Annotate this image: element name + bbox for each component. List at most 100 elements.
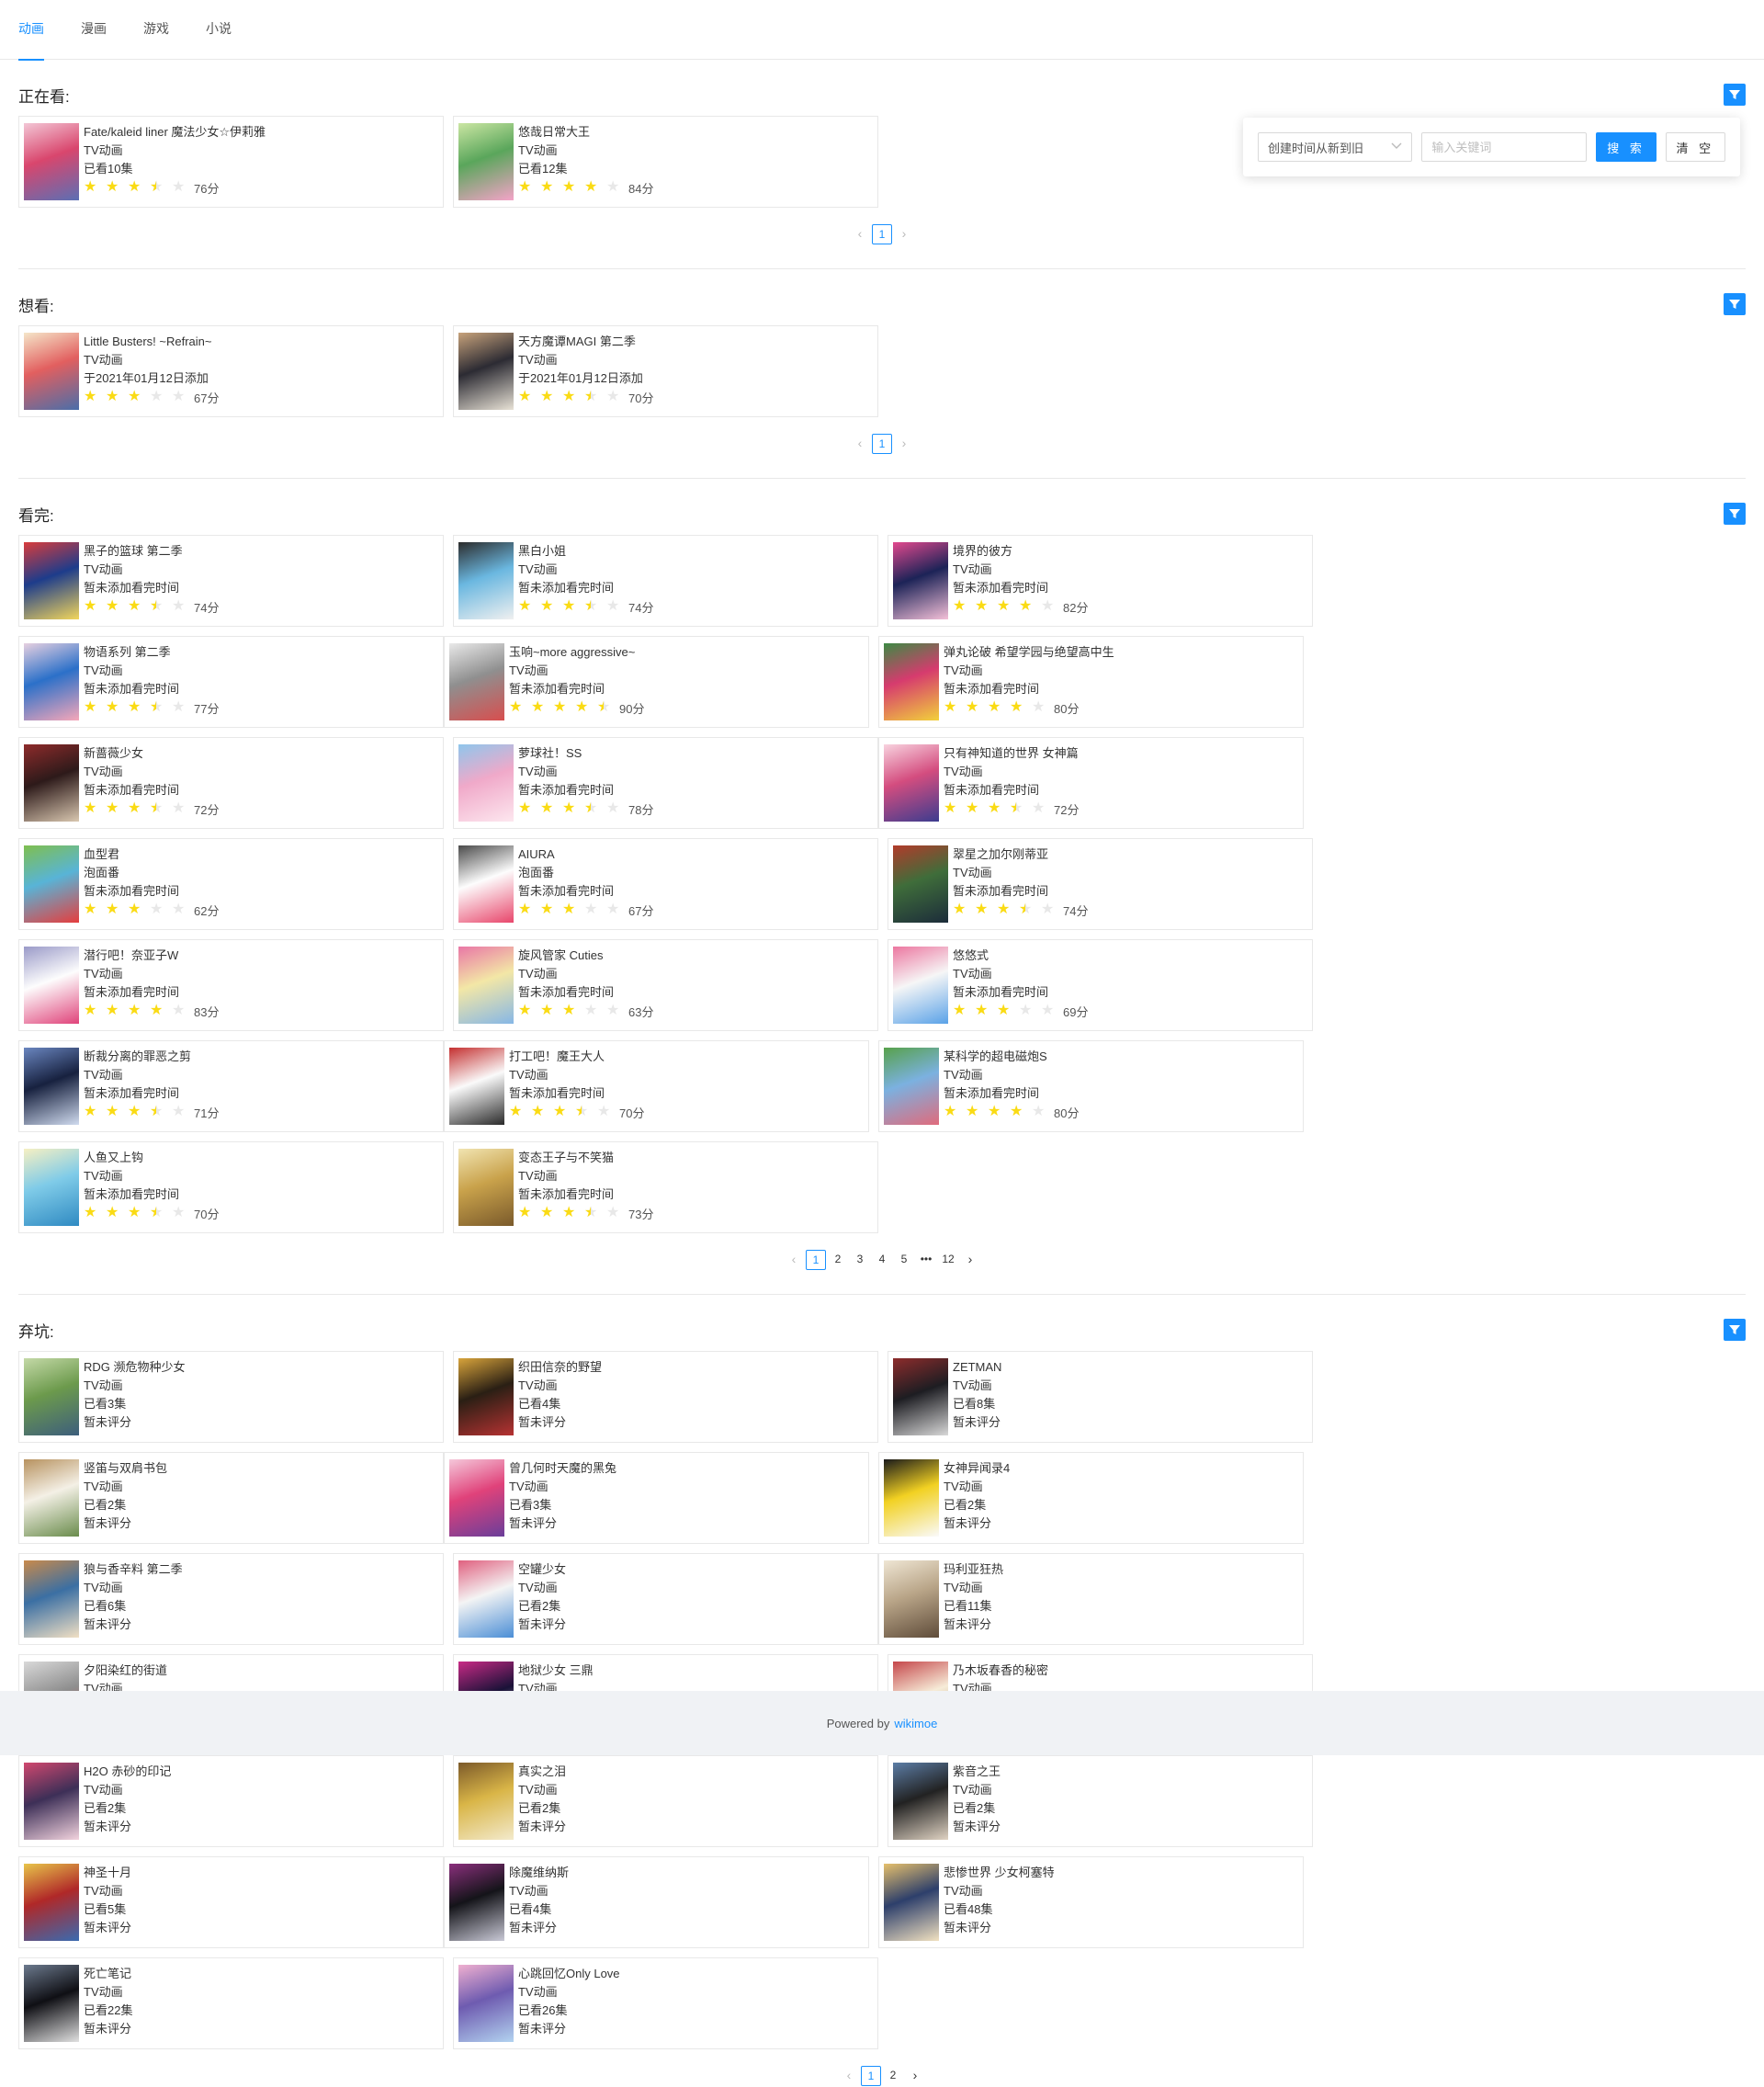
prev-page-icon[interactable]: ‹ [784,1250,804,1270]
cover-image[interactable] [458,1560,514,1638]
cover-image[interactable] [458,333,514,410]
anime-card[interactable]: 物语系列 第二季 TV动画暂未添加看完时间 ★ ★ ★ ★ ★ 77分 [18,636,444,728]
cover-image[interactable] [24,123,79,200]
clear-button[interactable]: 清 空 [1665,132,1725,162]
cover-image[interactable] [24,1358,79,1435]
filter-icon[interactable] [1724,1319,1746,1341]
cover-image[interactable] [449,643,504,720]
anime-card[interactable]: 弹丸论破 希望学园与绝望高中生 TV动画 暂未添加看完时间 ★ ★ ★ ★ ★ 80分 [878,636,1304,728]
page-button[interactable]: 5 [894,1250,914,1270]
cover-image[interactable] [884,643,939,720]
next-page-icon[interactable]: › [894,434,914,454]
sort-select[interactable]: 创建时间从新到旧 [1258,132,1413,162]
cover-image[interactable] [449,1459,504,1537]
page-button[interactable]: 2 [828,1250,848,1270]
anime-card[interactable]: 人鱼又上钩 TV动画暂未添加看完时间 ★ ★ ★ ★ ★ 70分 [18,1141,444,1233]
cover-image[interactable] [458,744,514,822]
cover-image[interactable] [458,1965,514,2042]
next-page-icon[interactable]: › [960,1250,980,1270]
cover-image[interactable] [449,1048,504,1125]
anime-card[interactable]: AIURA 泡面番 暂未添加看完时间 ★ ★ ★ ★ ★ 67分 [453,838,878,930]
cover-image[interactable] [893,947,948,1024]
cover-image[interactable] [24,1459,79,1537]
tab-manga[interactable]: 漫画 [81,0,107,60]
page-current[interactable]: 1 [872,434,892,454]
cover-image[interactable] [893,845,948,923]
anime-card[interactable]: 境界的彼方 TV动画 暂未添加看完时间 ★ ★ ★ ★ ★ 82分 [888,535,1313,627]
anime-card[interactable]: RDG 濒危物种少女 TV动画 已看3集 暂未评分 [18,1351,444,1443]
page-button[interactable]: 2 [883,2066,903,2086]
cover-image[interactable] [884,1459,939,1537]
anime-card[interactable]: 玛利亚狂热 TV动画 已看11集 暂未评分 [878,1553,1304,1645]
cover-image[interactable] [24,542,79,619]
tab-game[interactable]: 游戏 [143,0,169,60]
anime-card[interactable]: 狼与香辛料 第二季 TV动画 已看6集 暂未评分 [18,1553,444,1645]
cover-image[interactable] [458,123,514,200]
anime-card[interactable]: 变态王子与不笑猫 TV动画暂未添加看完时间 ★ ★ ★ ★ ★ 73分 [453,1141,878,1233]
cover-image[interactable] [24,1763,79,1840]
anime-card[interactable]: 真实之泪 TV动画 已看2集 暂未评分 [453,1755,878,1847]
cover-image[interactable] [24,643,79,720]
cover-image[interactable] [24,1149,79,1226]
cover-image[interactable] [24,1048,79,1125]
page-current[interactable]: 1 [861,2066,881,2086]
anime-card[interactable]: 曾几何时天魔的黑兔 TV动画 已看3集 暂未评分 [444,1452,869,1544]
anime-card[interactable]: 织田信奈的野望 TV动画 已看4集 暂未评分 [453,1351,878,1443]
anime-card[interactable]: 女神异闻录4 TV动画 已看2集 暂未评分 [878,1452,1304,1544]
anime-card[interactable]: 新蔷薇少女 TV动画暂未添加看完时间 ★ ★ ★ ★ ★ 72分 [18,737,444,829]
anime-card[interactable]: 心跳回忆Only Love TV动画 已看26集 暂未评分 [453,1957,878,2049]
tab-anime[interactable]: 动画 [18,0,44,61]
page-current[interactable]: 1 [806,1250,826,1270]
anime-card[interactable]: 旋风管家 Cuties TV动画 暂未添加看完时间 ★ ★ ★ ★ ★ 63分 [453,939,878,1031]
cover-image[interactable] [458,1358,514,1435]
cover-image[interactable] [24,1560,79,1638]
page-current[interactable]: 1 [872,224,892,244]
cover-image[interactable] [884,1048,939,1125]
anime-card[interactable]: H2O 赤砂的印记 TV动画 已看2集 暂未评分 [18,1755,444,1847]
anime-card[interactable]: 只有神知道的世界 女神篇 TV动画暂未添加看完时间 ★ ★ ★ ★ ★ 72分 [878,737,1304,829]
anime-card[interactable]: 萝球社！SS TV动画暂未添加看完时间 ★ ★ ★ ★ ★ 78分 [453,737,878,829]
anime-card[interactable]: 悠哉日常大王 TV动画 已看12集 ★ ★ ★ ★ ★ 84分 [453,116,878,208]
cover-image[interactable] [893,542,948,619]
next-page-icon[interactable]: › [894,224,914,244]
cover-image[interactable] [24,947,79,1024]
anime-card[interactable]: Little Busters! ~Refrain~ TV动画 于2021年01月12… [18,325,444,417]
cover-image[interactable] [893,1763,948,1840]
anime-card[interactable]: 悠悠式 TV动画 暂未添加看完时间 ★ ★ ★ ★ ★ 69分 [888,939,1313,1031]
anime-card[interactable]: 黑白小姐 TV动画暂未添加看完时间 ★ ★ ★ ★ ★ 74分 [453,535,878,627]
anime-card[interactable]: 断裁分离的罪恶之剪 TV动画暂未添加看完时间 ★ ★ ★ ★ ★ 71分 [18,1040,444,1132]
page-button[interactable]: 3 [850,1250,870,1270]
anime-card[interactable]: 天方魔谭MAGI 第二季 TV动画于2021年01月12日添加 ★ ★ ★ ★ ★ 70分 [453,325,878,417]
page-button[interactable]: 4 [872,1250,892,1270]
anime-card[interactable]: 除魔维纳斯 TV动画 已看4集 暂未评分 [444,1856,869,1948]
anime-card[interactable]: 悲惨世界 少女柯塞特 TV动画 已看48集 暂未评分 [878,1856,1304,1948]
next-page-icon[interactable]: › [905,2066,925,2086]
prev-page-icon[interactable]: ‹ [839,2066,859,2086]
anime-card[interactable]: 打工吧！魔王大人 TV动画暂未添加看完时间 ★ ★ ★ ★ ★ 70分 [444,1040,869,1132]
cover-image[interactable] [458,845,514,923]
cover-image[interactable] [458,1763,514,1840]
search-button[interactable]: 搜 索 [1596,132,1657,162]
filter-icon[interactable] [1724,503,1746,525]
cover-image[interactable] [458,947,514,1024]
prev-page-icon[interactable]: ‹ [850,434,870,454]
anime-card[interactable]: 空罐少女 TV动画 已看2集 暂未评分 [453,1553,878,1645]
anime-card[interactable]: 神圣十月 TV动画 已看5集 暂未评分 [18,1856,444,1948]
cover-image[interactable] [884,744,939,822]
cover-image[interactable] [893,1358,948,1435]
anime-card[interactable]: 紫音之王 TV动画 已看2集 暂未评分 [888,1755,1313,1847]
anime-card[interactable]: 翠星之加尔刚蒂亚 TV动画暂未添加看完时间 ★ ★ ★ ★ ★ 74分 [888,838,1313,930]
cover-image[interactable] [24,1864,79,1941]
anime-card[interactable]: 黑子的篮球 第二季 TV动画暂未添加看完时间 ★ ★ ★ ★ ★ 74分 [18,535,444,627]
anime-card[interactable]: 血型君 泡面番 暂未添加看完时间 ★ ★ ★ ★ ★ 62分 [18,838,444,930]
anime-card[interactable]: 潜行吧！奈亚子W TV动画 暂未添加看完时间 ★ ★ ★ ★ ★ 83分 [18,939,444,1031]
anime-card[interactable]: 竖笛与双肩书包 TV动画 已看2集 暂未评分 [18,1452,444,1544]
tab-novel[interactable]: 小说 [206,0,232,60]
keyword-input[interactable] [1421,132,1588,162]
cover-image[interactable] [884,1864,939,1941]
anime-card[interactable]: Fate/kaleid liner 魔法少女☆伊莉雅 TV动画 已看10集 ★ ★ ★ ★ ★… [18,116,444,208]
prev-page-icon[interactable]: ‹ [850,224,870,244]
anime-card[interactable]: 玉响~more aggressive~ TV动画暂未添加看完时间 ★ ★ ★ ★ ★ 90分 [444,636,869,728]
filter-icon[interactable] [1724,84,1746,106]
cover-image[interactable] [24,744,79,822]
